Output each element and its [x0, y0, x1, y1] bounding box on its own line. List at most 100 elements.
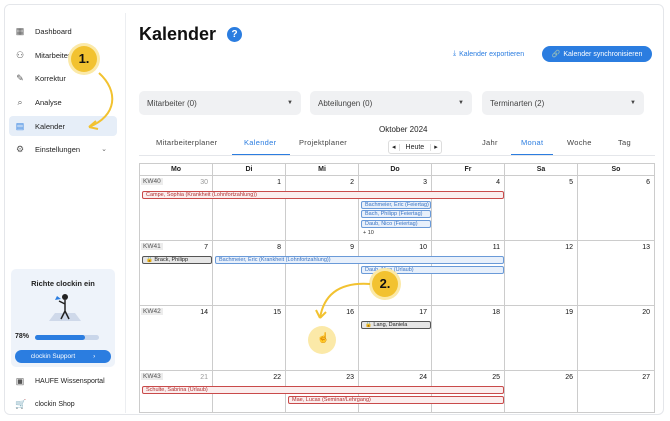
- dashboard-icon: ▦: [15, 26, 25, 36]
- sidebar-item-haufe[interactable]: ▣ HAUFE Wissensportal: [9, 372, 117, 390]
- sidebar: ▦ Dashboard ⚇ Mitarbeiter ✎ Korrektur ⌕ …: [5, 5, 121, 414]
- day-cell[interactable]: KW40 30: [140, 176, 213, 241]
- calendar-event[interactable]: Bachmeier, Eric (Feiertag): [361, 201, 431, 209]
- sidebar-item-shop[interactable]: 🛒 clockin Shop: [9, 395, 117, 413]
- tab-tag[interactable]: Tag: [618, 138, 631, 147]
- tab-divider: [139, 155, 655, 156]
- day-cell[interactable]: 5: [505, 176, 578, 241]
- day-number: 20: [642, 309, 650, 316]
- day-number: 25: [492, 374, 500, 381]
- week-number: KW40: [141, 178, 163, 185]
- day-cell[interactable]: 6: [578, 176, 654, 241]
- day-number: 30: [200, 179, 208, 186]
- calendar-event[interactable]: 🔒 Brack, Philipp: [142, 256, 212, 264]
- calendar-icon: ▤: [15, 121, 25, 131]
- tab-woche[interactable]: Woche: [567, 138, 592, 147]
- day-number: 3: [423, 179, 427, 186]
- chevron-down-icon: ⌄: [101, 146, 107, 153]
- download-icon: ⤓: [453, 50, 457, 57]
- day-number: 2: [350, 179, 354, 186]
- annotation-arrow-icon: [315, 282, 371, 319]
- app-window: ▦ Dashboard ⚇ Mitarbeiter ✎ Korrektur ⌕ …: [4, 4, 664, 415]
- sidebar-item-einstellungen[interactable]: ⚙ Einstellungen ⌄: [9, 139, 117, 159]
- prev-arrow-icon[interactable]: ◂: [389, 143, 399, 151]
- step-two-badge: 2.: [372, 271, 398, 297]
- sidebar-item-label: HAUFE Wissensportal: [35, 377, 105, 385]
- help-icon[interactable]: ?: [227, 27, 242, 42]
- page-title: Kalender: [139, 24, 217, 44]
- sidebar-item-dashboard[interactable]: ▦ Dashboard: [9, 21, 117, 41]
- sidebar-item-label: Dashboard: [35, 26, 72, 36]
- day-number: 9: [350, 244, 354, 251]
- day-number: 12: [565, 244, 573, 251]
- day-cell[interactable]: 19: [505, 306, 578, 371]
- caret-down-icon: ▼: [630, 100, 636, 106]
- day-cell[interactable]: 20: [578, 306, 654, 371]
- promo-progress-fill: [35, 335, 85, 340]
- annotation-arrow-icon: [88, 72, 114, 130]
- tab-kalender[interactable]: Kalender: [244, 138, 276, 147]
- link-icon: 🔗: [551, 51, 561, 58]
- sidebar-item-label: Kalender: [35, 121, 66, 131]
- filter-mitarbeiter[interactable]: Mitarbeiter (0) ▼: [139, 91, 301, 115]
- weekday-header: Di: [213, 164, 286, 176]
- day-cell[interactable]: 27: [578, 371, 654, 413]
- more-events-link[interactable]: + 10: [363, 230, 374, 236]
- tab-projektplaner[interactable]: Projektplaner: [299, 138, 347, 147]
- tab-monat[interactable]: Monat: [521, 138, 543, 147]
- month-calendar: Mo Di Mi Do Fr Sa So KW40 30 1 2 3 4 5 6 …: [139, 163, 655, 413]
- calendar-event[interactable]: Bachmeier, Eric (Krankheit (Lohnfortzahl…: [215, 256, 504, 264]
- calendar-event[interactable]: Campe, Sophia (Krankheit (Lohnfortzahlun…: [142, 191, 504, 199]
- sidebar-item-label: Analyse: [35, 97, 62, 107]
- promo-percent: 78%: [15, 333, 30, 340]
- day-cell[interactable]: 26: [505, 371, 578, 413]
- sidebar-item-mitarbeiter[interactable]: ⚇ Mitarbeiter: [9, 45, 117, 65]
- day-number: 17: [419, 309, 427, 316]
- next-arrow-icon[interactable]: ▸: [431, 143, 441, 151]
- month-label: Oktober 2024: [379, 125, 428, 134]
- event-label: Brack, Philipp: [154, 257, 189, 263]
- calendar-event[interactable]: Schulte, Sabrina (Urlaub): [142, 386, 504, 394]
- day-number: 4: [496, 179, 500, 186]
- filter-abteilungen[interactable]: Abteilungen (0) ▼: [310, 91, 472, 115]
- sync-calendar-button[interactable]: 🔗 Kalender synchronisieren: [542, 46, 652, 62]
- day-cell[interactable]: 12: [505, 241, 578, 306]
- day-number: 21: [200, 374, 208, 381]
- tab-jahr[interactable]: Jahr: [482, 138, 498, 147]
- day-cell[interactable]: 18: [432, 306, 505, 371]
- day-cell[interactable]: 2: [286, 176, 359, 241]
- filter-label: Abteilungen (0): [318, 98, 373, 108]
- sidebar-item-label: Einstellungen: [35, 144, 81, 154]
- filter-terminarten[interactable]: Terminarten (2) ▼: [482, 91, 644, 115]
- day-number: 24: [419, 374, 427, 381]
- day-cell[interactable]: KW41 7: [140, 241, 213, 306]
- day-cell[interactable]: 1: [213, 176, 286, 241]
- day-number: 18: [492, 309, 500, 316]
- calendar-event[interactable]: Mae, Lucas (Seminar/Lehrgang): [288, 396, 504, 404]
- support-button[interactable]: clockin Support ›: [15, 350, 111, 363]
- date-navigation: ◂ Heute ▸: [388, 140, 442, 154]
- today-button[interactable]: Heute: [398, 143, 432, 151]
- event-label: Lang, Daniela: [373, 322, 408, 328]
- weekday-header: So: [578, 164, 654, 176]
- users-icon: ⚇: [15, 50, 25, 60]
- tab-mitarbeiterplaner[interactable]: Mitarbeiterplaner: [156, 138, 217, 147]
- gear-icon: ⚙: [15, 144, 25, 154]
- calendar-event[interactable]: Bach, Philipp (Feiertag): [361, 210, 431, 218]
- sync-label: Kalender synchronisieren: [563, 50, 643, 58]
- weekday-header: Mi: [286, 164, 359, 176]
- calendar-event[interactable]: Daub, Nico (Feiertag): [361, 220, 431, 228]
- edit-icon: ✎: [16, 73, 24, 83]
- export-calendar-link[interactable]: ⤓ Kalender exportieren: [453, 50, 524, 58]
- day-cell[interactable]: 8: [213, 241, 286, 306]
- promo-title: Richte clockin ein: [31, 279, 95, 288]
- day-cell[interactable]: 13: [578, 241, 654, 306]
- day-cell[interactable]: 15: [213, 306, 286, 371]
- chevron-right-icon: ›: [93, 353, 96, 360]
- day-number: 27: [642, 374, 650, 381]
- day-cell[interactable]: 4: [432, 176, 505, 241]
- day-number: 19: [565, 309, 573, 316]
- day-cell[interactable]: KW42 14: [140, 306, 213, 371]
- filter-label: Mitarbeiter (0): [147, 98, 197, 108]
- caret-down-icon: ▼: [287, 100, 293, 106]
